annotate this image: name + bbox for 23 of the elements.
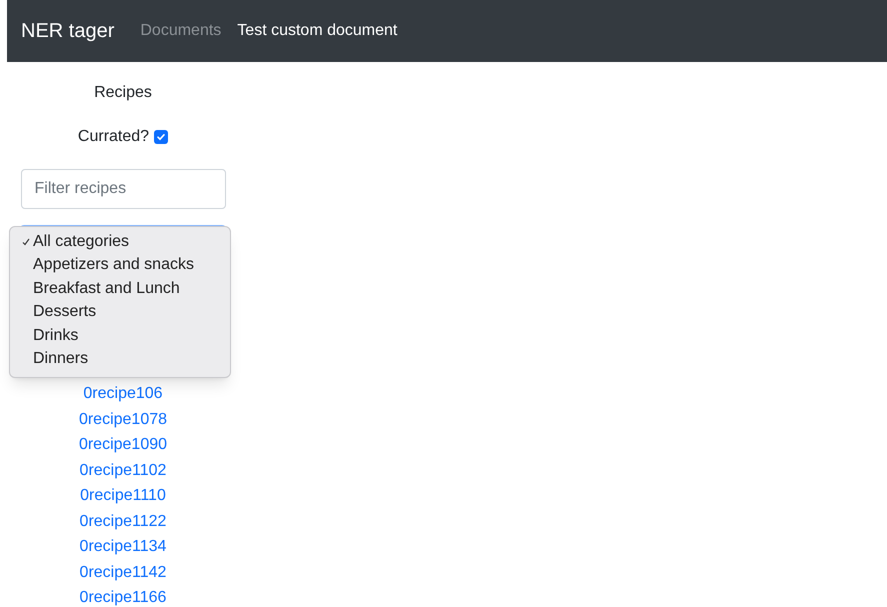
menu-item[interactable]: All categories bbox=[10, 230, 230, 254]
check-icon bbox=[156, 132, 166, 142]
nav-link[interactable]: Test custom document bbox=[237, 19, 398, 43]
recipe-link[interactable]: 0recipe1078 bbox=[78, 406, 168, 432]
recipe-link[interactable]: 0recipe1142 bbox=[80, 560, 166, 585]
sidebar-title: Recipes bbox=[94, 83, 152, 103]
menu-item[interactable]: Breakfast and Lunch bbox=[10, 277, 230, 300]
recipe-link[interactable]: 0recipe1102 bbox=[80, 458, 166, 483]
menu-item[interactable]: Drinks bbox=[10, 324, 230, 348]
recipe-link[interactable]: 0recipe1134 bbox=[80, 534, 166, 560]
nav-link[interactable]: Documents bbox=[140, 19, 222, 43]
recipe-link[interactable]: 0recipe1110 bbox=[80, 483, 166, 508]
brand-link[interactable]: NER tager bbox=[21, 16, 114, 46]
recipe-link[interactable]: 0recipe106 bbox=[83, 381, 163, 406]
menu-item[interactable]: Desserts bbox=[10, 300, 230, 324]
menu-item[interactable]: Appetizers and snacks bbox=[10, 254, 230, 277]
recipe-link[interactable]: 0recipe1122 bbox=[80, 508, 166, 534]
recipe-link[interactable]: 0recipe1166 bbox=[80, 585, 166, 607]
recipe-link[interactable]: 0recipe1090 bbox=[78, 432, 168, 458]
curated-checkbox[interactable] bbox=[154, 130, 168, 144]
checkbox-label: Currated? bbox=[78, 127, 150, 147]
filter-field[interactable]: Filter recipes bbox=[20, 169, 226, 209]
menu-item[interactable]: Dinners bbox=[10, 348, 230, 371]
